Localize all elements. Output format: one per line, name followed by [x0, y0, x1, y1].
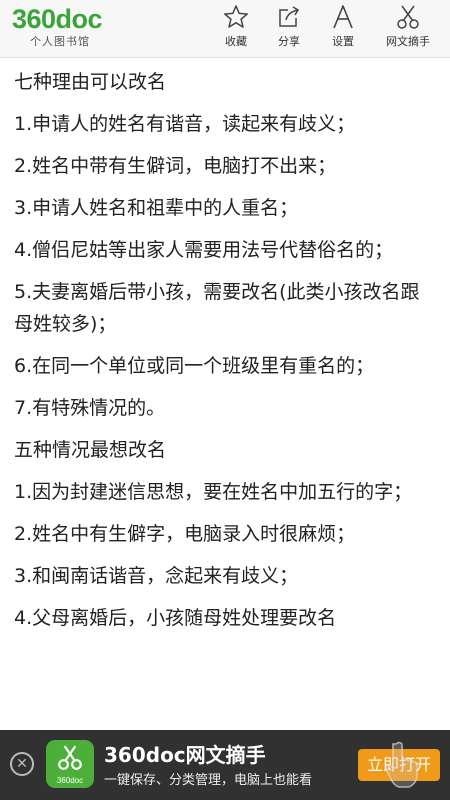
logo-subtitle: 个人图书馆: [30, 35, 90, 48]
scissors-icon: [397, 5, 419, 29]
settings-button[interactable]: 设置: [325, 4, 361, 54]
pointing-hand-icon: [385, 741, 418, 788]
share-icon: [279, 6, 300, 27]
settings-label: 设置: [332, 35, 354, 48]
article-paragraph: 7.有特殊情况的。: [14, 397, 166, 419]
top-toolbar: 360doc 个人图书馆 收藏 分享 设置 网文摘手: [0, 0, 450, 58]
app-icon: 360doc: [46, 740, 94, 788]
app-download-banner[interactable]: ✕ 360doc 360doc网文摘手 一键保存、分类管理，电脑上也能看 立即打…: [0, 730, 450, 800]
font-a-icon: [333, 5, 353, 29]
article-paragraph: 2.姓名中带有生僻词，电脑打不出来；: [14, 155, 337, 177]
close-banner-button[interactable]: ✕: [10, 752, 34, 776]
page: 360doc 个人图书馆 收藏 分享 设置 网文摘手 七种理由可以改名 1.申请…: [0, 0, 450, 800]
article-paragraph: 6.在同一个单位或同一个班级里有重名的；: [14, 355, 375, 377]
logo-text: 360doc: [12, 4, 103, 34]
article-paragraph: 4.父母离婚后，小孩随母姓处理要改名: [14, 607, 337, 629]
star-icon: [224, 5, 248, 28]
clip-article-button[interactable]: 网文摘手: [378, 4, 438, 54]
favorite-label: 收藏: [225, 35, 247, 48]
article-body: 七种理由可以改名 1.申请人的姓名有谐音，读起来有歧义； 2.姓名中带有生僻词，…: [14, 66, 434, 644]
clip-article-label: 网文摘手: [386, 35, 430, 48]
article-paragraph: 2.姓名中有生僻字，电脑录入时很麻烦；: [14, 523, 356, 545]
article-paragraph: 五种情况最想改名: [14, 439, 167, 461]
banner-subtitle: 一键保存、分类管理，电脑上也能看: [104, 773, 313, 788]
article-paragraph: 七种理由可以改名: [14, 71, 167, 93]
app-icon-label: 360doc: [56, 776, 84, 785]
logo[interactable]: 360doc 个人图书馆: [12, 2, 122, 54]
article-paragraph: 5.夫妻离婚后带小孩，需要改名(此类小孩改名跟母姓较多)；: [14, 281, 420, 335]
article-paragraph: 3.申请人姓名和祖辈中的人重名；: [14, 197, 299, 219]
scissors-icon: [58, 745, 82, 770]
share-button[interactable]: 分享: [271, 4, 307, 54]
favorite-button[interactable]: 收藏: [218, 4, 254, 54]
article-paragraph: 3.和闽南话谐音，念起来有歧义；: [14, 565, 299, 587]
share-label: 分享: [278, 35, 300, 48]
banner-title: 360doc网文摘手: [104, 743, 266, 767]
article-paragraph: 1.申请人的姓名有谐音，读起来有歧义；: [14, 113, 356, 135]
article-paragraph: 4.僧侣尼姑等出家人需要用法号代替俗名的；: [14, 239, 394, 261]
article-paragraph: 1.因为封建迷信思想，要在姓名中加五行的字；: [14, 481, 413, 503]
